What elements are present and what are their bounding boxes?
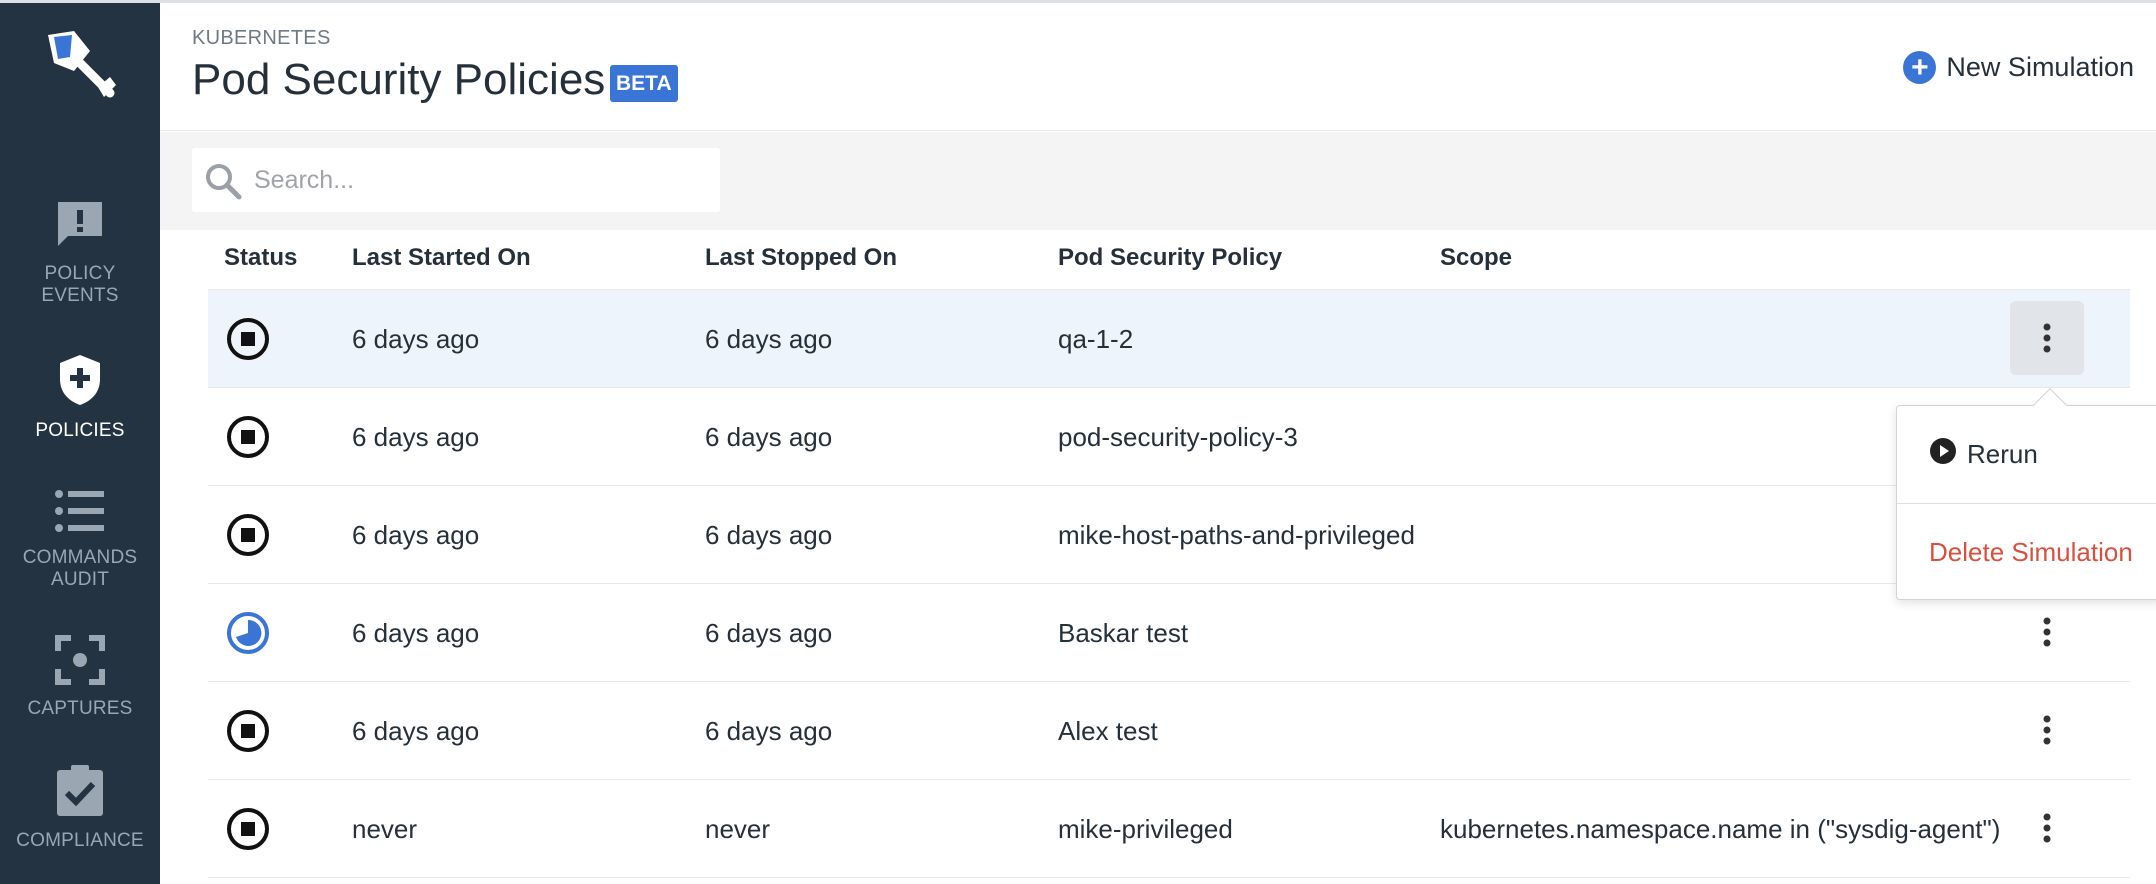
breadcrumb[interactable]: KUBERNETES bbox=[192, 27, 331, 50]
sidebar-item-policies[interactable]: POLICIES bbox=[0, 353, 160, 442]
column-header-policy[interactable]: Pod Security Policy bbox=[1058, 244, 1282, 272]
last-stopped-cell: 6 days ago bbox=[705, 422, 833, 452]
sidebar-item-label: COMPLIANCE bbox=[16, 830, 144, 851]
shovel-logo-icon[interactable] bbox=[40, 27, 120, 103]
plus-circle-icon: + bbox=[1903, 51, 1937, 84]
search-bar bbox=[160, 132, 2156, 230]
table-row[interactable]: 6 days ago 6 days ago mike-host-paths-an… bbox=[208, 486, 2130, 584]
last-started-cell: 6 days ago bbox=[352, 520, 480, 550]
beta-badge: BETA bbox=[610, 65, 678, 102]
sidebar-item-commands-audit[interactable]: COMMANDS AUDIT bbox=[0, 488, 160, 591]
column-header-last-stopped[interactable]: Last Stopped On bbox=[705, 244, 897, 272]
last-started-cell: 6 days ago bbox=[352, 618, 480, 648]
sidebar-item-compliance[interactable]: COMPLIANCE bbox=[0, 763, 160, 852]
sidebar-item-label: COMMANDS bbox=[22, 547, 138, 568]
page-header: KUBERNETES Pod Security Policies BETA + … bbox=[160, 3, 2156, 131]
last-started-cell: never bbox=[352, 814, 418, 844]
more-vertical-icon bbox=[2043, 323, 2051, 353]
stopped-status-icon bbox=[226, 709, 270, 753]
last-stopped-cell: 6 days ago bbox=[705, 716, 833, 746]
search-input[interactable] bbox=[254, 160, 704, 200]
sidebar-item-label: AUDIT bbox=[51, 569, 109, 590]
row-actions-button[interactable] bbox=[2010, 791, 2084, 865]
sidebar-item-captures[interactable]: CAPTURES bbox=[0, 635, 160, 720]
column-header-status[interactable]: Status bbox=[224, 244, 297, 272]
stopped-status-icon bbox=[226, 513, 270, 557]
running-status-icon bbox=[226, 611, 270, 655]
column-header-scope[interactable]: Scope bbox=[1440, 244, 1512, 272]
play-circle-icon bbox=[1929, 437, 1957, 472]
new-simulation-button[interactable]: + New Simulation bbox=[1903, 51, 2134, 84]
row-actions-button[interactable] bbox=[2010, 693, 2084, 767]
shield-plus-icon bbox=[0, 353, 160, 412]
sidebar-item-label: CAPTURES bbox=[27, 698, 133, 719]
stopped-status-icon bbox=[226, 807, 270, 851]
policy-cell: mike-host-paths-and-privileged bbox=[1058, 520, 1415, 550]
sidebar-item-label: EVENTS bbox=[41, 285, 119, 306]
page-title: Pod Security Policies bbox=[192, 55, 606, 104]
policy-cell: qa-1-2 bbox=[1058, 324, 1134, 354]
delete-simulation-label: Delete Simulation bbox=[1929, 536, 2133, 567]
policy-cell: Baskar test bbox=[1058, 618, 1189, 648]
new-simulation-label: New Simulation bbox=[1946, 52, 2134, 82]
sidebar-item-policy-events[interactable]: POLICY EVENTS bbox=[0, 198, 160, 307]
last-stopped-cell: 6 days ago bbox=[705, 520, 833, 550]
sidebar: POLICY EVENTS POLICIES COMMANDS AUDIT CA… bbox=[0, 3, 160, 884]
more-vertical-icon bbox=[2043, 617, 2051, 647]
policy-cell: pod-security-policy-3 bbox=[1058, 422, 1298, 452]
table-row[interactable]: 6 days ago 6 days ago Alex test bbox=[208, 682, 2130, 780]
rerun-label: Rerun bbox=[1967, 438, 2038, 469]
delete-simulation-menu-item[interactable]: Delete Simulation bbox=[1897, 504, 2156, 600]
policy-cell: mike-privileged bbox=[1058, 814, 1233, 844]
policy-cell: Alex test bbox=[1058, 716, 1158, 746]
scope-cell: kubernetes.namespace.name in ("sysdig-ag… bbox=[1440, 814, 2001, 844]
row-actions-button[interactable] bbox=[2010, 595, 2084, 669]
column-header-last-started[interactable]: Last Started On bbox=[352, 244, 531, 272]
sidebar-item-label: POLICY bbox=[44, 263, 116, 284]
capture-focus-icon bbox=[0, 635, 160, 690]
rerun-menu-item[interactable]: Rerun bbox=[1897, 406, 2156, 502]
last-stopped-cell: 6 days ago bbox=[705, 324, 833, 354]
simulations-table: Status Last Started On Last Stopped On P… bbox=[208, 230, 2130, 878]
list-icon bbox=[0, 488, 160, 539]
row-actions-button[interactable] bbox=[2010, 301, 2084, 375]
stopped-status-icon bbox=[226, 415, 270, 459]
table-row[interactable]: 6 days ago 6 days ago qa-1-2 bbox=[208, 290, 2130, 388]
alert-message-icon bbox=[0, 198, 160, 255]
row-actions-menu: Rerun Delete Simulation bbox=[1896, 405, 2156, 600]
stopped-status-icon bbox=[226, 317, 270, 361]
sidebar-item-label: POLICIES bbox=[35, 420, 125, 441]
clipboard-check-icon bbox=[0, 763, 160, 822]
table-row[interactable]: never never mike-privileged kubernetes.n… bbox=[208, 780, 2130, 878]
more-vertical-icon bbox=[2043, 813, 2051, 843]
search-box[interactable] bbox=[192, 148, 720, 212]
table-row[interactable]: 6 days ago 6 days ago pod-security-polic… bbox=[208, 388, 2130, 486]
last-stopped-cell: 6 days ago bbox=[705, 618, 833, 648]
table-row[interactable]: 6 days ago 6 days ago Baskar test bbox=[208, 584, 2130, 682]
last-stopped-cell: never bbox=[705, 814, 771, 844]
table-header: Status Last Started On Last Stopped On P… bbox=[208, 230, 2130, 290]
search-icon bbox=[204, 162, 242, 205]
last-started-cell: 6 days ago bbox=[352, 422, 480, 452]
last-started-cell: 6 days ago bbox=[352, 324, 480, 354]
last-started-cell: 6 days ago bbox=[352, 716, 480, 746]
more-vertical-icon bbox=[2043, 715, 2051, 745]
